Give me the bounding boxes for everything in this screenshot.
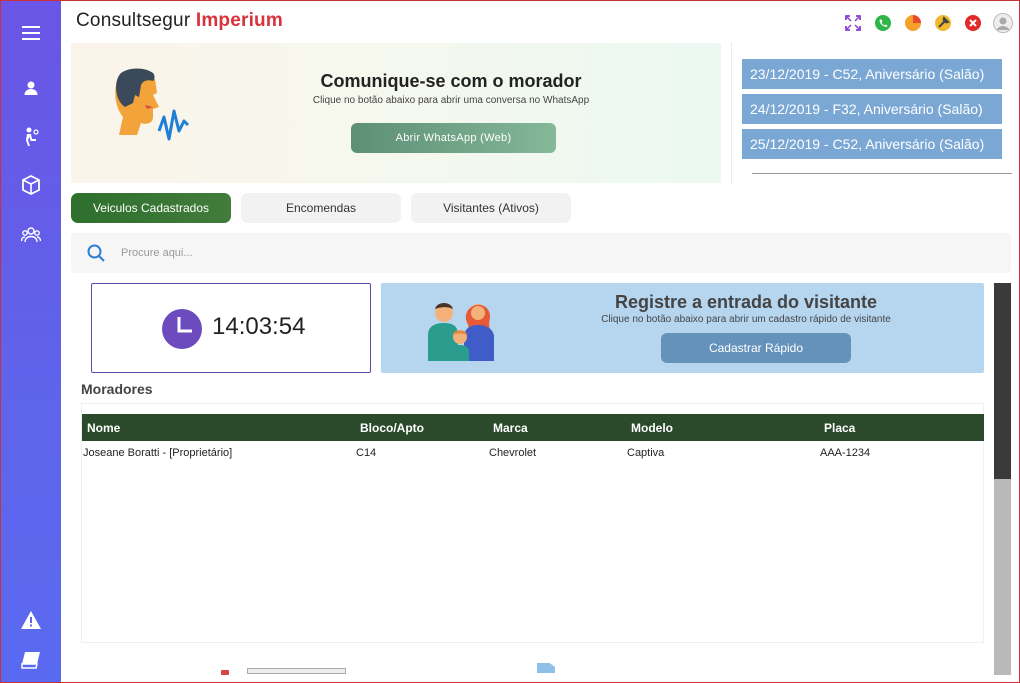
scrollbar-thumb[interactable] bbox=[994, 283, 1011, 479]
column-header[interactable]: Placa bbox=[819, 414, 984, 441]
app-window: Consultsegur Imperium Comunique-se com o… bbox=[0, 0, 1020, 683]
fullscreen-icon[interactable] bbox=[843, 13, 863, 33]
clock-time: 14:03:54 bbox=[212, 313, 306, 340]
document-icon bbox=[537, 663, 555, 673]
bottom-partial-content bbox=[81, 659, 984, 682]
tab-visitantes[interactable]: Visitantes (Ativos) bbox=[411, 193, 571, 223]
event-item[interactable]: 24/12/2019 - F32, Aniversário (Salão) bbox=[742, 94, 1002, 124]
cell-nome: Joseane Boratti - [Proprietário] bbox=[83, 447, 233, 459]
whatsapp-card: Comunique-se com o morador Clique no bot… bbox=[71, 43, 721, 183]
cell-marca: Chevrolet bbox=[489, 447, 537, 459]
whatsapp-card-title: Comunique-se com o morador bbox=[320, 71, 582, 91]
brand-accent: Imperium bbox=[195, 10, 283, 31]
visitor-card: Registre a entrada do visitante Clique n… bbox=[381, 283, 984, 373]
clock-icon bbox=[162, 309, 202, 354]
quick-register-button[interactable]: Cadastrar Rápido bbox=[661, 333, 851, 363]
event-item[interactable]: 23/12/2019 - C52, Aniversário (Salão) bbox=[742, 59, 1002, 89]
visitor-icon[interactable] bbox=[19, 125, 43, 149]
residents-table: Nome Bloco/Apto Marca Modelo Placa Josea… bbox=[82, 414, 984, 465]
close-icon[interactable] bbox=[963, 13, 983, 33]
table-header-row: Nome Bloco/Apto Marca Modelo Placa bbox=[82, 414, 984, 441]
visitor-card-title: Registre a entrada do visitante bbox=[614, 292, 878, 312]
scrollbar[interactable] bbox=[994, 283, 1011, 675]
whatsapp-icon[interactable] bbox=[873, 13, 893, 33]
column-header[interactable]: Bloco/Apto bbox=[355, 414, 488, 441]
events-divider bbox=[752, 173, 1012, 174]
residents-table-container: Nome Bloco/Apto Marca Modelo Placa Josea… bbox=[81, 403, 984, 643]
pie-chart-icon[interactable] bbox=[903, 13, 923, 33]
events-list: 23/12/2019 - C52, Aniversário (Salão) 24… bbox=[731, 43, 1012, 183]
book-icon[interactable] bbox=[19, 648, 43, 672]
search-input[interactable] bbox=[121, 243, 981, 263]
residents-title: Moradores bbox=[81, 381, 153, 397]
table-row[interactable]: Joseane Boratti - [Proprietário] C14 Che… bbox=[82, 441, 984, 465]
menu-icon[interactable] bbox=[19, 21, 43, 45]
cell-placa: AAA-1234 bbox=[820, 447, 871, 459]
whatsapp-card-subtitle: Clique no botão abaixo para abrir uma co… bbox=[312, 95, 590, 106]
open-whatsapp-button[interactable]: Abrir WhatsApp (Web) bbox=[351, 123, 556, 153]
tab-encomendas[interactable]: Encomendas bbox=[241, 193, 401, 223]
tab-veiculos[interactable]: Veiculos Cadastrados bbox=[71, 193, 231, 223]
partial-input[interactable] bbox=[247, 668, 346, 674]
main-area: Consultsegur Imperium Comunique-se com o… bbox=[61, 1, 1019, 682]
event-item[interactable]: 25/12/2019 - C52, Aniversário (Salão) bbox=[742, 129, 1002, 159]
avatar-icon[interactable] bbox=[993, 13, 1013, 33]
family-icon bbox=[426, 295, 496, 366]
group-icon[interactable] bbox=[19, 223, 43, 247]
tag-icon bbox=[221, 670, 229, 675]
column-header[interactable]: Nome bbox=[82, 414, 355, 441]
clock-card: 14:03:54 bbox=[91, 283, 371, 373]
package-icon[interactable] bbox=[19, 173, 43, 197]
brand-name: Consultsegur bbox=[76, 10, 191, 31]
column-header[interactable]: Modelo bbox=[626, 414, 819, 441]
alert-icon[interactable] bbox=[19, 608, 43, 632]
search-icon bbox=[87, 244, 105, 267]
user-icon[interactable] bbox=[19, 76, 43, 100]
search-bar bbox=[71, 233, 1011, 273]
cell-bloco-apto: C14 bbox=[356, 447, 377, 459]
column-header[interactable]: Marca bbox=[488, 414, 626, 441]
visitor-card-subtitle: Clique no botão abaixo para abrir um cad… bbox=[601, 314, 891, 325]
cell-modelo: Captiva bbox=[627, 447, 665, 459]
speaking-face-icon bbox=[111, 65, 201, 162]
wrench-icon[interactable] bbox=[933, 13, 953, 33]
app-brand: Consultsegur Imperium bbox=[76, 10, 283, 32]
toolbar bbox=[843, 13, 1013, 33]
sidebar bbox=[1, 1, 61, 682]
